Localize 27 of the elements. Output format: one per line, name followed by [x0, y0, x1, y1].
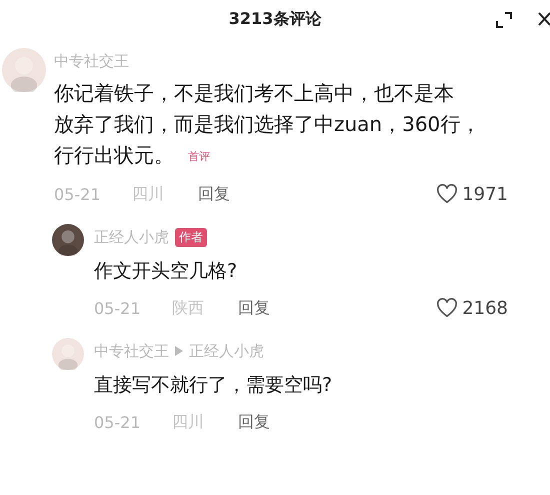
comment-date: 05-21: [94, 412, 142, 432]
username[interactable]: 中专社交王: [94, 342, 169, 361]
heart-icon[interactable]: [436, 298, 458, 318]
reply-link[interactable]: 回复: [238, 298, 270, 319]
comments-title: 3213条评论: [228, 8, 322, 30]
comment-text: 你记着铁子，不是我们考不上高中，也不是本 放弃了我们，而是我们选择了中zuan，360行， 行行出状元。 首评: [54, 80, 482, 169]
comment-text: 直接写不就行了，需要空吗?: [94, 373, 334, 398]
heart-icon[interactable]: [436, 184, 458, 204]
username[interactable]: 正经人小虎: [189, 342, 264, 361]
comment-region: 陕西: [172, 298, 205, 319]
close-icon[interactable]: [538, 10, 550, 28]
avatar[interactable]: [52, 224, 84, 256]
reply-link[interactable]: 回复: [198, 184, 230, 205]
expand-icon[interactable]: [494, 10, 514, 30]
like-count: 1971: [462, 184, 508, 205]
comment-text: 作文开头空几格?: [94, 259, 238, 284]
comment-region: 四川: [172, 412, 205, 433]
like-count: 2168: [462, 298, 508, 319]
username[interactable]: 正经人小虎: [94, 228, 169, 247]
comment-region: 四川: [132, 184, 165, 205]
comment-date: 05-21: [54, 184, 102, 204]
reply-link[interactable]: 回复: [238, 412, 270, 433]
comment-date: 05-21: [94, 298, 142, 318]
author-badge: 作者: [175, 228, 207, 247]
triangle-icon: [175, 346, 183, 356]
first-comment-tag: 首评: [188, 150, 210, 164]
username[interactable]: 中专社交王: [54, 52, 129, 70]
